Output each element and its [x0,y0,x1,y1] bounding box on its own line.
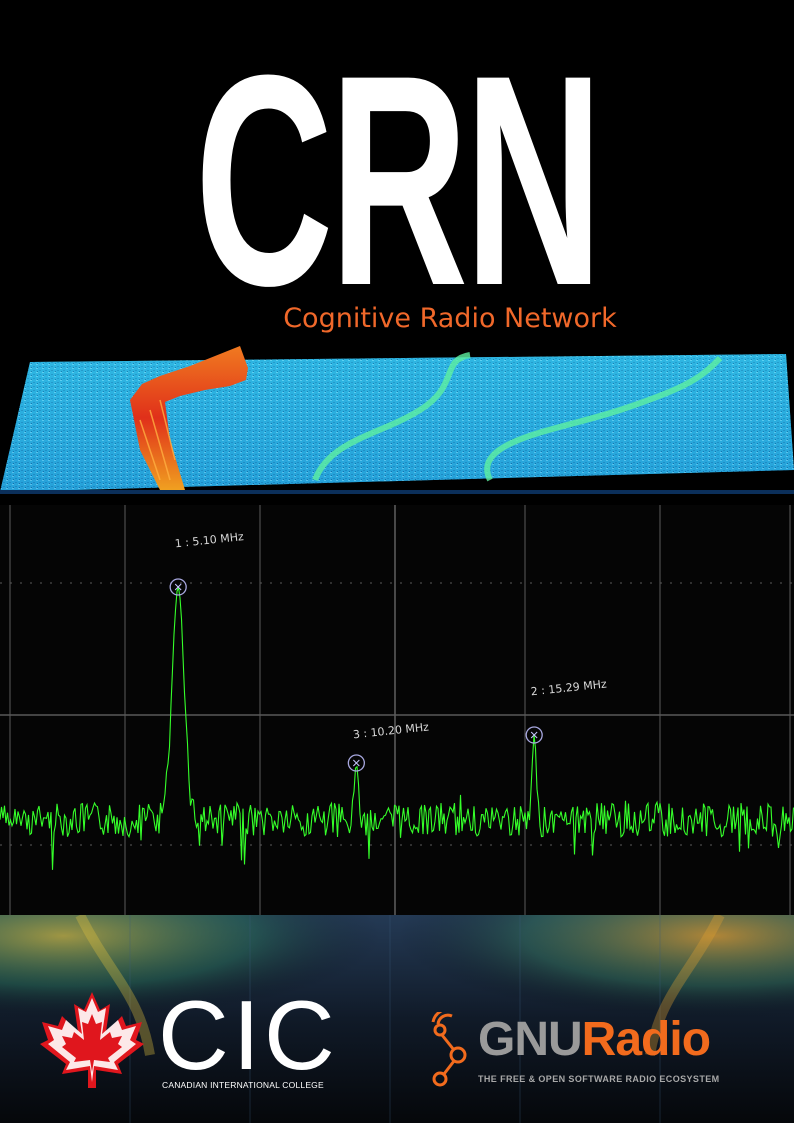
cic-logo: CIC CANADIAN INTERNATIONAL COLLEGE [38,986,358,1092]
cic-wordmark: CIC [158,980,339,1090]
signal-nodes-icon [431,1012,467,1087]
waterfall-3d-illustration [0,346,794,494]
gnu-word: GNU [478,1013,583,1066]
maple-leaf-icon [40,992,144,1088]
radio-word: Radio [581,1013,711,1066]
gnuradio-tagline: THE FREE & OPEN SOFTWARE RADIO ECOSYSTEM [478,1074,720,1084]
poster-title: CRN [194,12,603,348]
gnuradio-logo: GNURadio THE FREE & OPEN SOFTWARE RADIO … [430,1012,770,1092]
poster: CRN Cognitive Radio Network 1: 5.10 MHz… [0,0,794,1123]
gnuradio-wordmark: GNURadio [478,1013,711,1066]
spectrum-analyzer: 1 : 5.10 MHz3 : 10.20 MHz2 : 15.29 MHz [0,505,794,915]
poster-subtitle: Cognitive Radio Network [283,303,617,334]
cic-full-name: CANADIAN INTERNATIONAL COLLEGE [162,1080,324,1090]
